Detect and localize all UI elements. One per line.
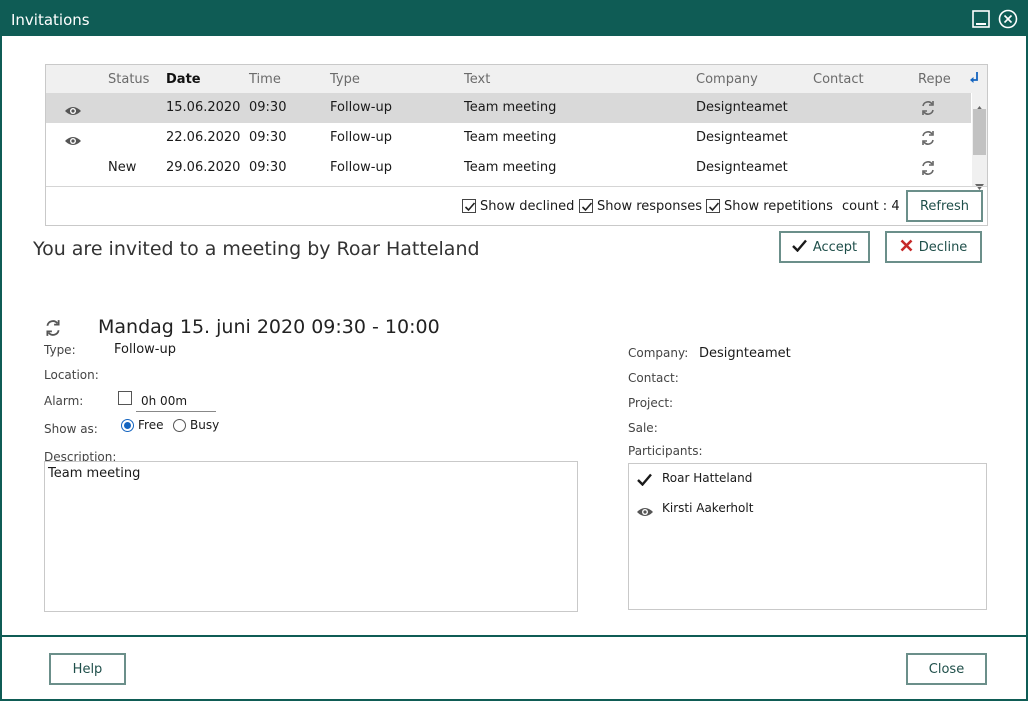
column-time[interactable]: Time (249, 72, 281, 87)
grid-header: Status Date Time Type Text Company Conta… (46, 65, 987, 93)
alarm-value: 0h 00m (141, 394, 188, 408)
list-item[interactable]: Kirsti Aakerholt (629, 494, 986, 524)
accept-label: Accept (812, 239, 858, 255)
help-label: Help (72, 661, 103, 677)
text-cell: Team meeting (464, 100, 557, 115)
eye-icon (636, 503, 654, 522)
alarm-label: Alarm: (44, 394, 84, 408)
column-contact[interactable]: Contact (813, 72, 864, 87)
type-cell: Follow-up (330, 100, 392, 115)
type-value: Follow-up (114, 342, 176, 357)
table-row[interactable]: New 29.06.2020 09:30 Follow-up Team meet… (46, 153, 971, 183)
busy-radio[interactable] (173, 419, 186, 432)
project-label: Project: (628, 396, 674, 410)
close-button[interactable]: Close (906, 653, 987, 685)
column-date[interactable]: Date (166, 72, 201, 87)
text-cell: Team meeting (464, 130, 557, 145)
description-value: Team meeting (48, 466, 141, 481)
repeat-icon (44, 319, 62, 341)
contact-label: Contact: (628, 371, 679, 385)
column-type[interactable]: Type (330, 72, 360, 87)
show-declined-label[interactable]: Show declined (480, 199, 574, 214)
company-label: Company: (628, 346, 689, 360)
date-cell: 15.06.2020 (166, 100, 241, 115)
text-cell: Team meeting (464, 160, 557, 175)
type-cell: Follow-up (330, 130, 392, 145)
show-declined-checkbox[interactable] (462, 199, 476, 213)
free-radio[interactable] (121, 419, 134, 432)
meeting-datetime: Mandag 15. juni 2020 09:30 - 10:00 (98, 316, 440, 338)
title-bar: Invitations (2, 2, 1028, 36)
table-row[interactable]: 22.06.2020 09:30 Follow-up Team meeting … (46, 123, 971, 153)
eye-icon (64, 132, 82, 151)
footer-divider (2, 635, 1028, 637)
repeat-icon (920, 100, 936, 120)
count-label: count : 4 (842, 199, 900, 214)
show-repetitions-label[interactable]: Show repetitions (724, 199, 833, 214)
eye-icon (64, 102, 82, 121)
show-as-label: Show as: (44, 422, 98, 436)
repeat-icon (920, 130, 936, 150)
scrollbar-thumb[interactable] (973, 109, 986, 155)
company-cell: Designteamet (696, 130, 788, 145)
invitations-window: Invitations Status Date Time Type Text C… (0, 0, 1028, 701)
repeat-icon (920, 160, 936, 180)
grid-footer: Show declined Show responses Show repeti… (46, 186, 987, 225)
invite-heading: You are invited to a meeting by Roar Hat… (33, 238, 480, 260)
company-cell: Designteamet (696, 160, 788, 175)
time-cell: 09:30 (249, 160, 287, 175)
participants-list: Roar Hatteland Kirsti Aakerholt (628, 463, 987, 610)
time-cell: 09:30 (249, 130, 287, 145)
list-item[interactable]: Roar Hatteland (629, 464, 986, 494)
free-label[interactable]: Free (138, 418, 163, 432)
participant-name: Kirsti Aakerholt (662, 501, 754, 515)
show-responses-checkbox[interactable] (579, 199, 593, 213)
help-button[interactable]: Help (49, 653, 126, 685)
refresh-button[interactable]: Refresh (906, 190, 983, 222)
busy-label[interactable]: Busy (190, 418, 219, 432)
company-value[interactable]: Designteamet (699, 346, 791, 361)
grid-scrollbar[interactable] (972, 93, 987, 190)
column-status[interactable]: Status (108, 72, 149, 87)
time-cell: 09:30 (249, 100, 287, 115)
column-repeat[interactable]: Repe (918, 72, 951, 87)
accept-button[interactable]: Accept (779, 231, 870, 263)
minimize-icon[interactable] (971, 9, 991, 29)
date-cell: 29.06.2020 (166, 160, 241, 175)
company-cell: Designteamet (696, 100, 788, 115)
column-company[interactable]: Company (696, 72, 758, 87)
window-title: Invitations (11, 11, 90, 29)
column-text[interactable]: Text (464, 72, 490, 87)
table-row[interactable]: 15.06.2020 09:30 Follow-up Team meeting … (46, 93, 971, 123)
close-label: Close (928, 661, 965, 677)
close-window-icon[interactable] (998, 9, 1018, 29)
alarm-checkbox[interactable] (118, 391, 132, 405)
invitations-grid: Status Date Time Type Text Company Conta… (45, 64, 988, 226)
decline-x-icon (900, 239, 913, 256)
decline-button[interactable]: Decline (885, 231, 982, 263)
type-cell: Follow-up (330, 160, 392, 175)
alarm-field[interactable]: 0h 00m (136, 390, 216, 412)
show-repetitions-checkbox[interactable] (706, 199, 720, 213)
refresh-label: Refresh (919, 198, 970, 214)
column-chooser-icon[interactable] (969, 70, 981, 89)
check-icon (637, 471, 652, 490)
description-textarea[interactable]: Team meeting (44, 461, 578, 612)
participant-name: Roar Hatteland (662, 471, 753, 485)
type-label: Type: (44, 343, 76, 357)
show-responses-label[interactable]: Show responses (597, 199, 702, 214)
participants-label: Participants: (628, 444, 703, 458)
check-icon (791, 239, 807, 256)
decline-label: Decline (918, 239, 968, 255)
location-label: Location: (44, 368, 99, 382)
status-cell: New (108, 160, 137, 175)
date-cell: 22.06.2020 (166, 130, 241, 145)
sale-label: Sale: (628, 421, 658, 435)
